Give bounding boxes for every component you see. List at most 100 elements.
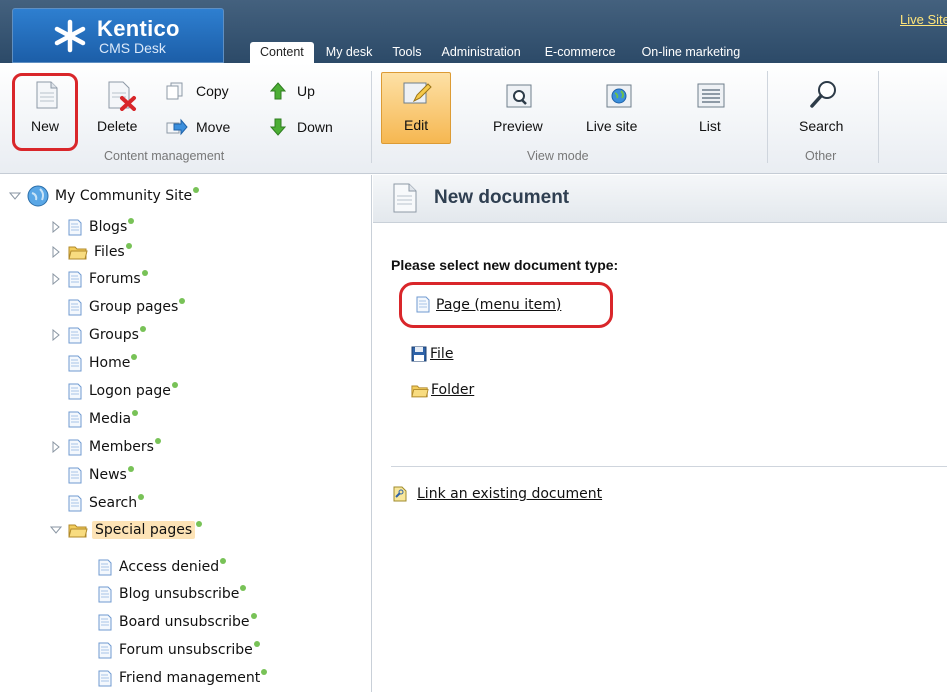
delete-button[interactable]: Delete [97, 77, 153, 141]
expand-arrow-icon[interactable] [50, 273, 62, 285]
tree-item-label-selected: Special pages [92, 521, 196, 539]
search-label: Search [799, 118, 844, 134]
tab-tools[interactable]: Tools [384, 45, 433, 63]
app-header: Kentico CMS Desk Content My desk Tools A… [0, 0, 947, 63]
tree-item-board-unsubscribe[interactable]: Board unsubscribe [98, 610, 257, 634]
document-icon [98, 586, 112, 602]
tree-item-special-pages[interactable]: Special pages [50, 518, 203, 542]
tab-my-desk[interactable]: My desk [318, 45, 385, 63]
tree-root[interactable]: My Community Site [9, 184, 200, 208]
expand-arrow-icon[interactable] [50, 221, 62, 233]
tree-item-blogs[interactable]: Blogs [50, 215, 135, 239]
tree-item-label: Blogs [89, 219, 128, 235]
floppy-disk-icon [411, 346, 427, 362]
delete-document-icon [108, 81, 136, 111]
tree-item-friend-management[interactable]: Friend management [98, 666, 268, 690]
other-group-label: Other [805, 149, 837, 163]
new-button-highlight [12, 73, 78, 151]
down-label: Down [297, 119, 333, 135]
list-icon [697, 83, 725, 108]
list-button[interactable]: List [690, 77, 734, 141]
document-icon [98, 642, 112, 658]
main-tabs: Content My desk Tools Administration E-c… [250, 42, 755, 63]
status-dot [125, 243, 132, 249]
collapse-arrow-icon[interactable] [9, 190, 21, 202]
preview-label: Preview [493, 118, 543, 134]
tree-item-search[interactable]: Search [68, 491, 145, 515]
folder-icon [68, 246, 88, 260]
copy-icon [166, 82, 183, 100]
tab-content[interactable]: Content [250, 42, 314, 63]
tree-item-media[interactable]: Media [68, 407, 139, 431]
status-dot [220, 558, 227, 564]
live-site-button[interactable]: Live site [586, 77, 656, 141]
status-dot [128, 218, 135, 224]
tree-item-forum-unsubscribe[interactable]: Forum unsubscribe [98, 638, 260, 662]
panel-divider [391, 466, 947, 467]
toolbar-divider [371, 71, 372, 163]
tree-item-home[interactable]: Home [68, 351, 138, 375]
globe-icon [606, 84, 632, 108]
panel-title: New document [434, 187, 570, 208]
tree-item-group-pages[interactable]: Group pages [68, 295, 186, 319]
document-icon [68, 219, 82, 235]
tree-item-logon-page[interactable]: Logon page [68, 379, 178, 403]
expand-arrow-icon[interactable] [50, 246, 62, 258]
collapse-arrow-icon[interactable] [50, 524, 62, 536]
edit-label: Edit [404, 117, 429, 133]
expand-arrow-icon[interactable] [50, 329, 62, 341]
tree-item-label: Board unsubscribe [119, 614, 250, 630]
preview-button[interactable]: Preview [490, 77, 554, 141]
link-existing-document[interactable]: Link an existing document [391, 485, 602, 503]
search-button[interactable]: Search [796, 77, 856, 141]
new-document-panel: New document Please select new document … [373, 175, 947, 692]
tree-item-groups[interactable]: Groups [50, 323, 146, 347]
document-icon [68, 299, 82, 315]
tree-item-forums[interactable]: Forums [50, 267, 148, 291]
tree-item-news[interactable]: News [68, 463, 134, 487]
document-icon [98, 614, 112, 630]
logo-subtitle: CMS Desk [99, 40, 166, 56]
logo-asterisk-icon [54, 19, 86, 53]
tree-root-label: My Community Site [55, 188, 193, 204]
document-icon [68, 495, 82, 511]
down-button[interactable]: Down [270, 117, 350, 139]
tree-item-label: Blog unsubscribe [119, 586, 240, 602]
status-dot [193, 187, 200, 193]
status-dot [154, 438, 161, 444]
tree-item-files[interactable]: Files [50, 240, 132, 264]
option-file[interactable]: File [411, 346, 453, 362]
tab-e-commerce[interactable]: E-commerce [533, 45, 630, 63]
copy-button[interactable]: Copy [166, 81, 246, 103]
kentico-logo[interactable]: Kentico CMS Desk [12, 8, 224, 63]
tree-item-label: Group pages [89, 299, 179, 315]
move-button[interactable]: Move [166, 117, 246, 139]
expand-arrow-icon[interactable] [50, 441, 62, 453]
folder-icon [411, 385, 429, 397]
up-button[interactable]: Up [270, 81, 330, 103]
live-site-link[interactable]: Live Site [900, 12, 947, 27]
status-dot [127, 466, 134, 472]
status-dot [179, 298, 186, 304]
tree-item-blog-unsubscribe[interactable]: Blog unsubscribe [98, 582, 247, 606]
edit-button[interactable]: Edit [381, 72, 451, 144]
down-arrow-icon [270, 118, 286, 136]
logo-name: Kentico [97, 16, 180, 41]
status-dot [253, 641, 260, 647]
document-icon [68, 411, 82, 427]
link-document-icon [393, 486, 407, 502]
tree-item-label: Members [89, 439, 154, 455]
document-icon [68, 439, 82, 455]
tab-online-marketing[interactable]: On-line marketing [630, 45, 755, 63]
option-folder[interactable]: Folder [411, 382, 474, 398]
option-label: Folder [431, 382, 475, 398]
tree-item-members[interactable]: Members [50, 435, 161, 459]
tree-item-access-denied[interactable]: Access denied [98, 555, 227, 579]
tab-administration[interactable]: Administration [434, 45, 533, 63]
content-tree: My Community Site Blogs Files Forums Gro… [0, 175, 372, 692]
toolbar-divider [767, 71, 768, 163]
document-icon [68, 271, 82, 287]
live-site-label: Live site [586, 118, 638, 134]
site-globe-icon [27, 185, 49, 207]
up-label: Up [297, 83, 315, 99]
